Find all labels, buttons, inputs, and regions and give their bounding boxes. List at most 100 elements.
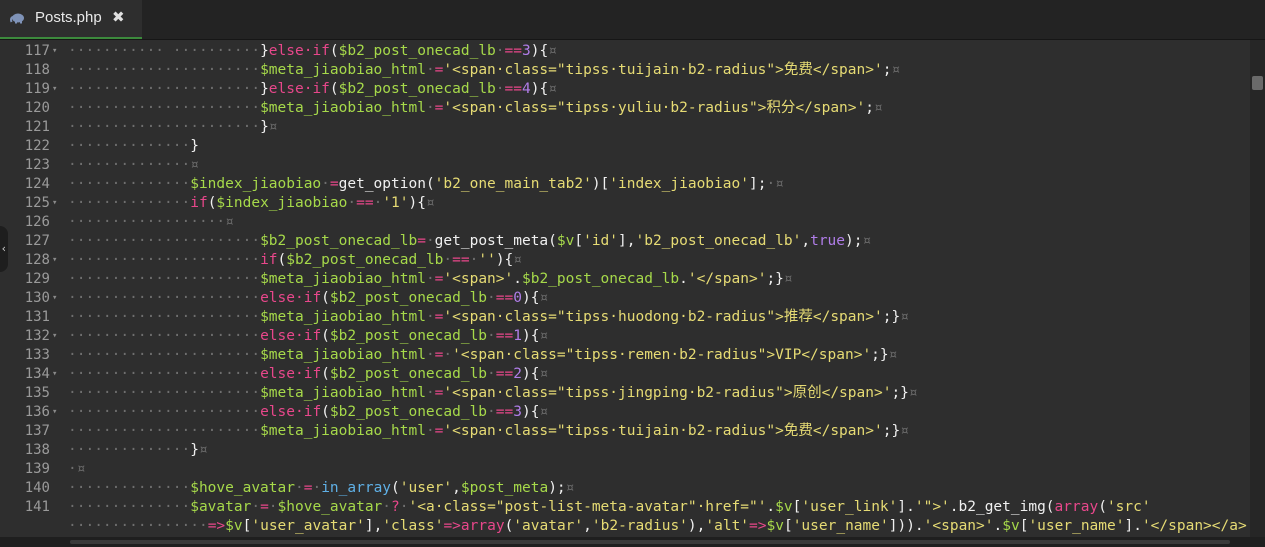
code-line[interactable]: ·¤ [68, 460, 85, 479]
code-token: == [495, 404, 514, 420]
code-line[interactable]: ······················$meta_jiaobiao_htm… [68, 346, 897, 365]
fold-toggle-icon[interactable]: ▾ [52, 80, 60, 99]
code-token: · [487, 328, 496, 344]
code-token: · [425, 271, 435, 287]
code-line[interactable]: ······················if($b2_post_onecad… [68, 251, 522, 270]
code-token: ¤ [225, 214, 234, 230]
line-number: 138 [24, 442, 50, 458]
code-token: , [583, 518, 592, 534]
code-token: == [356, 195, 374, 211]
code-line[interactable]: ··············$avatar·=·$hove_avatar·?·'… [68, 498, 1151, 517]
horizontal-scrollbar-thumb[interactable] [70, 540, 1230, 544]
code-line[interactable]: ··········· ··········}else·if($b2_post_… [68, 42, 557, 61]
code-token: ¤ [873, 100, 883, 116]
code-editor[interactable]: ··········· ··········}else·if($b2_post_… [64, 40, 1250, 537]
code-token: · [425, 100, 435, 116]
code-token: ( [329, 81, 339, 97]
code-token: 'user_avatar' [251, 518, 365, 534]
code-line[interactable]: ······················}¤ [68, 118, 278, 137]
code-line[interactable]: ··············$hove_avatar·=·in_array('u… [68, 479, 574, 498]
code-line[interactable]: ··················¤ [68, 213, 234, 232]
code-line[interactable]: ··············$index_jiaobiao·=get_optio… [68, 175, 784, 194]
code-line[interactable]: ··············} [68, 137, 199, 156]
vertical-scrollbar[interactable] [1250, 40, 1265, 537]
code-token: $b2_post_onecad_lb [329, 290, 488, 306]
sidebar-toggle-handle[interactable]: ‹ [0, 226, 8, 272]
code-line[interactable]: ······················$meta_jiaobiao_htm… [68, 308, 909, 327]
code-token: = [417, 233, 426, 249]
code-token: } [190, 138, 199, 154]
vertical-scrollbar-thumb[interactable] [1252, 76, 1263, 90]
fold-toggle-icon[interactable]: ▾ [52, 403, 60, 422]
code-token: · [425, 347, 435, 363]
code-token: ;} [891, 385, 909, 401]
code-line[interactable]: ······················$meta_jiaobiao_htm… [68, 270, 793, 289]
code-token: ¤ [548, 43, 557, 59]
line-number: 136 [24, 404, 50, 420]
fold-toggle-icon[interactable]: ▾ [52, 365, 60, 384]
code-token: ( [321, 290, 330, 306]
code-token: ······················ [68, 271, 261, 287]
code-token: $b2_post_onecad_lb [286, 252, 444, 268]
code-token: ¤ [900, 423, 909, 439]
code-line[interactable]: ······················$meta_jiaobiao_htm… [68, 422, 909, 441]
line-number-gutter: 117 ▾ 118 119 ▾ 120 121 122 123 124 125 ▾ 126 127 128 ▾… [0, 40, 64, 537]
horizontal-scrollbar[interactable] [0, 537, 1265, 547]
line-number: 121 [24, 119, 50, 135]
code-token: 'b2-radius' [591, 518, 688, 534]
code-token: '<span·class="tipss·tuijain·b2-radius">免… [443, 423, 883, 439]
code-token: ······················ [68, 62, 261, 78]
fold-toggle-icon[interactable]: ▾ [52, 251, 60, 270]
code-token: ( [329, 43, 339, 59]
code-token: $meta_jiaobiao_html [260, 385, 426, 401]
code-token: $avatar [190, 499, 252, 515]
close-icon[interactable]: ✖ [112, 8, 125, 26]
code-line[interactable]: ··············}¤ [68, 441, 208, 460]
code-line[interactable]: ······················$meta_jiaobiao_htm… [68, 61, 900, 80]
code-token: ······················ [68, 328, 261, 344]
code-token: '<span>' [923, 518, 994, 534]
code-token: == [495, 328, 514, 344]
code-token: ·············· [68, 157, 191, 173]
code-token: ¤ [908, 385, 918, 401]
code-token: ······················ [68, 81, 261, 97]
code-line[interactable]: ······················$meta_jiaobiao_htm… [68, 99, 883, 118]
code-token: ){ [530, 43, 549, 59]
code-token: ······················ [68, 252, 261, 268]
fold-toggle-icon[interactable]: ▾ [52, 194, 60, 213]
code-line[interactable]: ······················}else·if($b2_post_… [68, 80, 557, 99]
tab-posts-php[interactable]: Posts.php ✖ [0, 0, 142, 39]
fold-toggle-icon[interactable]: ▾ [52, 327, 60, 346]
code-token: ¤ [539, 404, 549, 420]
line-number: 118 [24, 62, 50, 78]
code-line[interactable]: ······················else·if($b2_post_o… [68, 327, 548, 346]
code-token: · [347, 195, 357, 211]
code-line[interactable]: ······················else·if($b2_post_o… [68, 365, 548, 384]
code-token: ¤ [565, 480, 575, 496]
code-token: ( [321, 328, 330, 344]
code-line[interactable]: ··············¤ [68, 156, 199, 175]
fold-toggle-icon[interactable]: ▾ [52, 289, 60, 308]
code-line[interactable]: ······················$meta_jiaobiao_htm… [68, 384, 918, 403]
code-token: .b2_get_img( [949, 499, 1055, 515]
code-token: . [766, 499, 776, 515]
code-token: } [190, 442, 199, 458]
line-number: 119 [24, 81, 50, 97]
code-line[interactable]: ················=>$v['user_avatar'],'cla… [68, 517, 1250, 536]
line-number: 139 [24, 461, 50, 477]
code-token: '<span>' [443, 271, 514, 287]
code-token: $meta_jiaobiao_html [260, 100, 426, 116]
code-line[interactable]: ······················else·if($b2_post_o… [68, 403, 548, 422]
code-token: · [268, 499, 278, 515]
code-line[interactable]: ··············if($index_jiaobiao·==·'1')… [68, 194, 435, 213]
fold-toggle-icon[interactable]: ▾ [52, 42, 60, 61]
code-token: . [993, 518, 1003, 534]
code-line[interactable]: ······················else·if($b2_post_o… [68, 289, 548, 308]
code-token: · [495, 43, 505, 59]
code-token: '</span>' [687, 271, 767, 287]
code-token: · [399, 499, 409, 515]
code-token: ( [277, 252, 287, 268]
code-line[interactable]: ······················$b2_post_onecad_lb… [68, 232, 871, 251]
code-token: ······················ [68, 119, 261, 135]
code-token: in_array [321, 480, 392, 496]
